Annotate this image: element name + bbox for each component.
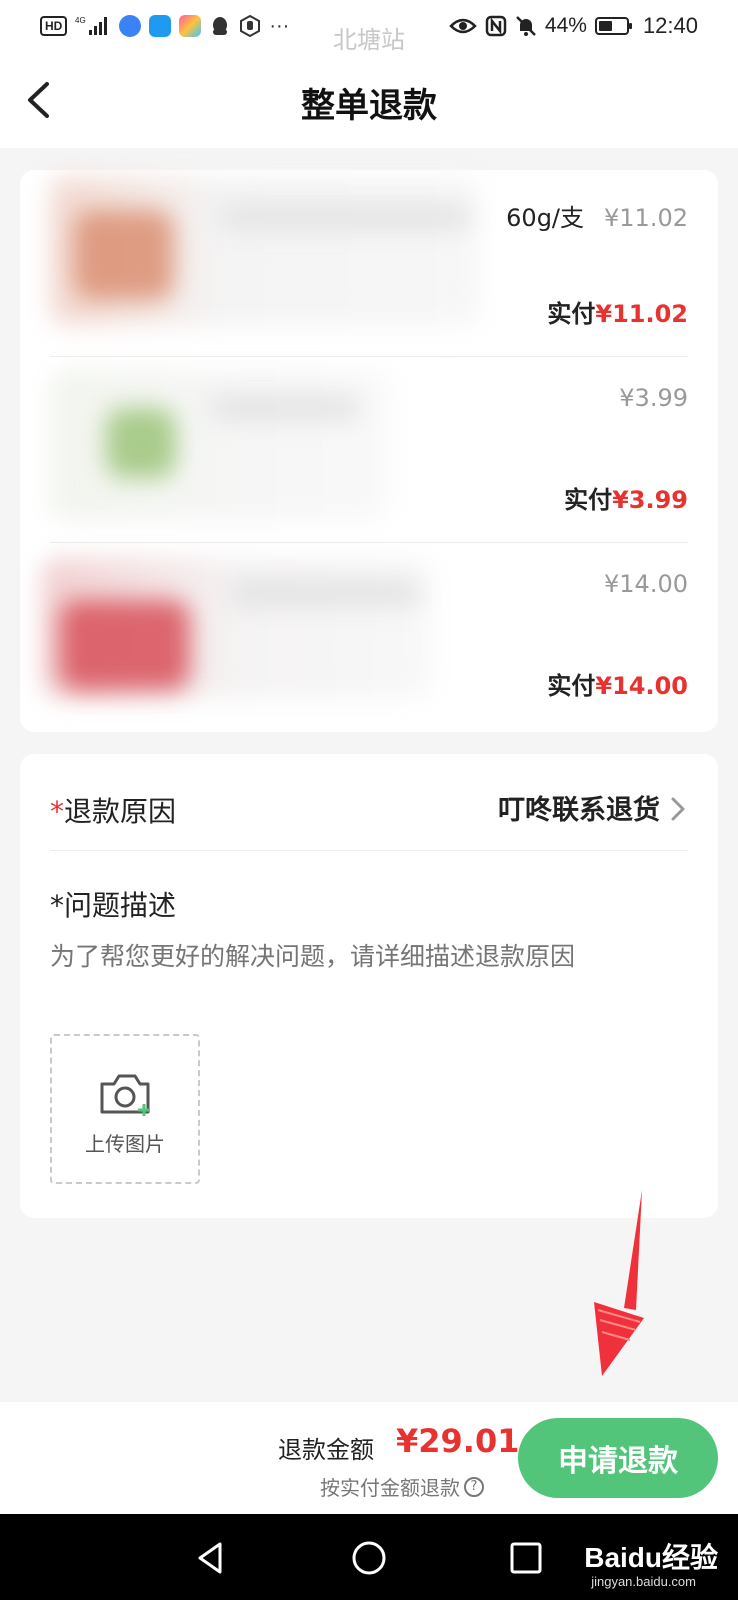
nav-recents-icon[interactable] [504, 1536, 548, 1580]
product-price: ¥3.99 [619, 384, 688, 412]
refund-note[interactable]: 按实付金额退款 ? [320, 1472, 484, 1501]
baidu-watermark: Baidu经验 jingyan.baidu.com [584, 1536, 718, 1589]
battery-icon [594, 17, 632, 35]
refund-reason-label: *退款原因 [50, 790, 176, 830]
product-price: 60g/支 ¥11.02 [506, 198, 688, 233]
refund-reason-row[interactable]: *退款原因 叮咚联系退货 [50, 776, 688, 836]
product-price: ¥14.00 [604, 570, 688, 598]
refund-amount-label: 退款金额 [278, 1436, 374, 1464]
product-thumb [106, 408, 176, 478]
refund-reason-text: 退款原因 [64, 795, 177, 828]
bottom-action-bar: 退款金额 ¥29.01 按实付金额退款 ? 申请退款 [0, 1402, 738, 1514]
product-item[interactable]: ¥14.00 实付¥14.00 [42, 542, 688, 728]
problem-description-label: *问题描述 [50, 889, 177, 922]
refund-amount-value: ¥29.01 [396, 1422, 520, 1460]
upload-image-label: 上传图片 [85, 1132, 165, 1156]
camera-add-icon [100, 1074, 150, 1116]
watermark-brand: Baidu经验 [584, 1542, 718, 1573]
product-paid: 实付¥3.99 [564, 480, 688, 515]
product-list-card: 60g/支 ¥11.02 实付¥11.02 ¥3.99 实付¥3.99 ¥14.0… [20, 170, 718, 732]
required-mark: * [50, 795, 64, 828]
status-bar: HD 4G ··· 北塘站 44% 12:40 [0, 0, 738, 54]
page-header: 整单退款 [0, 52, 738, 148]
system-nav-bar: Baidu经验 jingyan.baidu.com [0, 1514, 738, 1600]
product-name-placeholder [230, 580, 420, 606]
chevron-right-icon [671, 797, 685, 821]
divider [50, 850, 688, 851]
product-name-placeholder [220, 204, 470, 230]
help-icon[interactable]: ? [464, 1476, 484, 1497]
battery-percent: 44% [544, 14, 587, 37]
product-paid: 实付¥14.00 [547, 666, 688, 701]
apply-refund-button[interactable]: 申请退款 [518, 1418, 718, 1498]
refund-reason-value: 叮咚联系退货 [498, 795, 660, 826]
nfc-icon [485, 15, 507, 37]
paid-label: 实付 [547, 300, 596, 328]
nav-home-icon[interactable] [347, 1536, 391, 1580]
product-item[interactable]: 60g/支 ¥11.02 实付¥11.02 [50, 170, 688, 356]
product-name-placeholder [210, 396, 360, 420]
product-thumb [60, 600, 190, 690]
status-bar-right: 44% 12:40 [449, 12, 698, 40]
product-thumb [74, 210, 174, 300]
eye-icon [449, 18, 477, 34]
watermark-url: jingyan.baidu.com [591, 1574, 696, 1589]
product-item[interactable]: ¥3.99 实付¥3.99 [50, 356, 688, 542]
refund-note-text: 按实付金额退款 [320, 1476, 460, 1500]
clock: 12:40 [642, 13, 698, 38]
paid-label: 实付 [564, 486, 613, 514]
nav-back-icon[interactable] [190, 1536, 234, 1580]
page-title: 整单退款 [301, 86, 437, 126]
paid-amount: ¥3.99 [612, 486, 688, 514]
paid-label: 实付 [547, 672, 596, 700]
paid-amount: ¥11.02 [595, 300, 688, 328]
paid-amount: ¥14.00 [595, 672, 688, 700]
upload-image-button[interactable]: 上传图片 [50, 1034, 200, 1184]
mute-bell-icon [516, 16, 536, 36]
product-paid: 实付¥11.02 [547, 294, 688, 329]
product-image [50, 370, 390, 520]
product-price-value: ¥3.99 [619, 384, 688, 412]
product-price-value: ¥14.00 [604, 570, 688, 598]
refund-form-card: *退款原因 叮咚联系退货 *问题描述 上传图片 [20, 754, 718, 1218]
problem-description-input[interactable] [50, 942, 688, 971]
red-arrow-annotation [594, 1190, 644, 1376]
product-price-value: ¥11.02 [604, 204, 688, 232]
product-spec: 60g/支 [506, 204, 585, 232]
